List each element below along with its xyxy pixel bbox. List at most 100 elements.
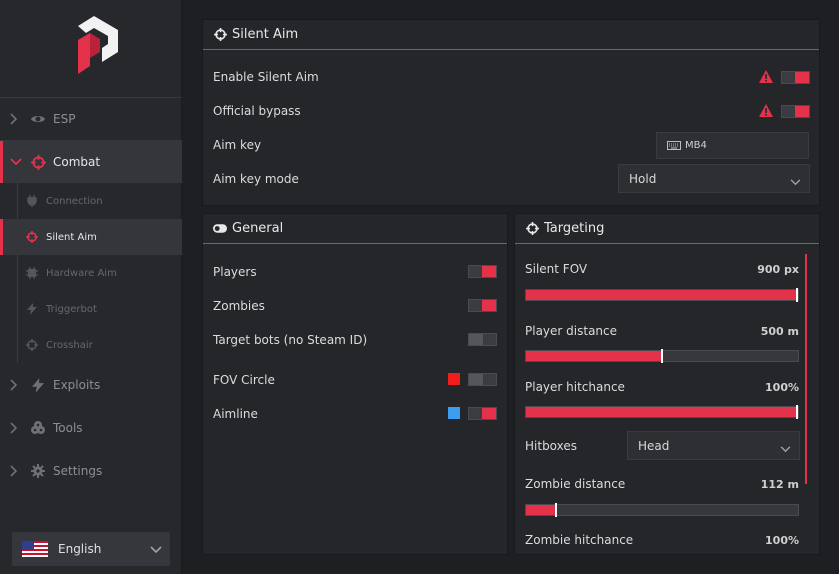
crosshair-icon [213, 28, 227, 42]
chevron-right-icon [10, 113, 24, 125]
sub-item-label: Silent Aim [46, 231, 97, 243]
silent-fov-slider[interactable] [525, 288, 799, 302]
warning-icon [759, 70, 773, 83]
crosshair-icon [26, 339, 38, 351]
player-hitchance-slider[interactable] [525, 405, 799, 419]
crosshair-icon [525, 222, 539, 236]
official-bypass-toggle[interactable] [781, 105, 810, 118]
bolt-icon [26, 303, 38, 315]
app-logo [78, 16, 118, 74]
player-hitchance-label: Player hitchance [525, 380, 625, 394]
crosshair-icon [30, 154, 46, 170]
scrollbar[interactable] [805, 254, 807, 484]
aimline-toggle[interactable] [468, 407, 497, 420]
chevron-right-icon [10, 422, 24, 434]
row-label: Aim key mode [213, 172, 299, 186]
bolt-icon [30, 377, 46, 393]
aim-key-mode-select[interactable]: Hold [618, 164, 810, 193]
target-bots-toggle[interactable] [468, 333, 497, 346]
warning-icon [759, 104, 773, 117]
nav-item-tools[interactable]: Tools [0, 407, 182, 449]
select-value: Hold [629, 171, 657, 186]
nav-item-settings[interactable]: Settings [0, 450, 182, 492]
keyboard-icon [667, 141, 681, 150]
aimline-row: Aimline [203, 403, 507, 425]
row-label: Aim key [213, 138, 262, 152]
silent-fov-value: 900 px [757, 263, 799, 276]
nav-item-label: Tools [53, 421, 83, 435]
panel-header: General [203, 214, 507, 244]
nav-item-label: ESP [53, 112, 76, 126]
fov-circle-row: FOV Circle [203, 369, 507, 391]
zombie-hitchance-value: 100% [765, 534, 799, 547]
sub-item-label: Hardware Aim [46, 267, 117, 279]
hitboxes-label: Hitboxes [525, 439, 578, 453]
sub-item-triggerbot[interactable]: Triggerbot [0, 291, 182, 327]
crosshair-icon [26, 231, 38, 243]
official-bypass-row: Official bypass [203, 100, 819, 122]
enable-silent-aim-row: Enable Silent Aim [203, 66, 819, 88]
silent-fov-label: Silent FOV [525, 262, 588, 276]
chevron-right-icon [10, 379, 24, 391]
nav-item-label: Settings [53, 464, 103, 478]
fov-circle-toggle[interactable] [468, 373, 497, 386]
chevron-down-icon [150, 543, 162, 557]
sidebar: ESP Combat Connection Silent Aim Hardwar… [0, 0, 182, 574]
player-hitchance-value: 100% [765, 381, 799, 394]
hitboxes-select[interactable]: Head [627, 431, 800, 460]
nav-item-label: Exploits [53, 378, 101, 392]
language-select[interactable]: English [12, 532, 170, 566]
row-label: Aimline [213, 407, 258, 421]
chip-icon [26, 267, 38, 279]
row-label: Players [213, 265, 257, 279]
enable-silent-aim-toggle[interactable] [781, 71, 810, 84]
aim-key-input[interactable]: MB4 [656, 132, 809, 159]
chevron-down-icon [790, 175, 801, 189]
us-flag-icon [22, 541, 48, 557]
nav-item-combat[interactable]: Combat [0, 141, 182, 183]
chevron-right-icon [10, 465, 24, 477]
gear-icon [30, 463, 46, 479]
zombie-hitchance-label: Zombie hitchance [525, 533, 634, 547]
aimline-color-swatch[interactable] [448, 407, 460, 419]
player-distance-value: 500 m [760, 325, 799, 338]
sub-item-hardware-aim[interactable]: Hardware Aim [0, 255, 182, 291]
player-distance-slider[interactable] [525, 349, 799, 363]
players-toggle[interactable] [468, 265, 497, 278]
cogs-icon [30, 420, 46, 436]
chevron-down-icon [10, 158, 24, 166]
fov-color-swatch[interactable] [448, 373, 460, 385]
zombie-distance-label: Zombie distance [525, 477, 626, 491]
row-label: Enable Silent Aim [213, 70, 319, 84]
sub-item-label: Crosshair [46, 339, 93, 351]
eye-icon [30, 111, 46, 127]
row-label: FOV Circle [213, 373, 275, 387]
aim-key-value: MB4 [685, 140, 707, 151]
sub-item-label: Triggerbot [46, 303, 97, 315]
select-value: Head [638, 438, 670, 453]
nav-item-esp[interactable]: ESP [0, 98, 182, 140]
nav-item-label: Combat [53, 155, 101, 169]
targeting-panel: Targeting Silent FOV 900 px Player dista… [514, 213, 820, 555]
row-label: Target bots (no Steam ID) [213, 333, 368, 347]
player-distance-label: Player distance [525, 324, 618, 338]
row-label: Official bypass [213, 104, 301, 118]
panel-title: General [232, 221, 284, 236]
chevron-down-icon [780, 442, 791, 456]
panel-header: Silent Aim [203, 20, 819, 50]
general-panel: General Players Zombies Target bots (no … [202, 213, 508, 555]
players-row: Players [203, 261, 507, 283]
row-label: Zombies [213, 299, 265, 313]
panel-title: Targeting [544, 221, 605, 236]
zombie-distance-slider[interactable] [525, 503, 799, 517]
zombies-row: Zombies [203, 295, 507, 317]
sub-item-connection[interactable]: Connection [0, 183, 182, 219]
silent-aim-panel: Silent Aim Enable Silent Aim Official by… [202, 19, 820, 206]
sub-item-crosshair[interactable]: Crosshair [0, 327, 182, 363]
toggle-icon [213, 222, 227, 236]
panel-header: Targeting [515, 214, 819, 244]
language-label: English [58, 542, 102, 556]
nav-item-exploits[interactable]: Exploits [0, 364, 182, 406]
sub-item-silent-aim[interactable]: Silent Aim [0, 219, 182, 255]
zombies-toggle[interactable] [468, 299, 497, 312]
